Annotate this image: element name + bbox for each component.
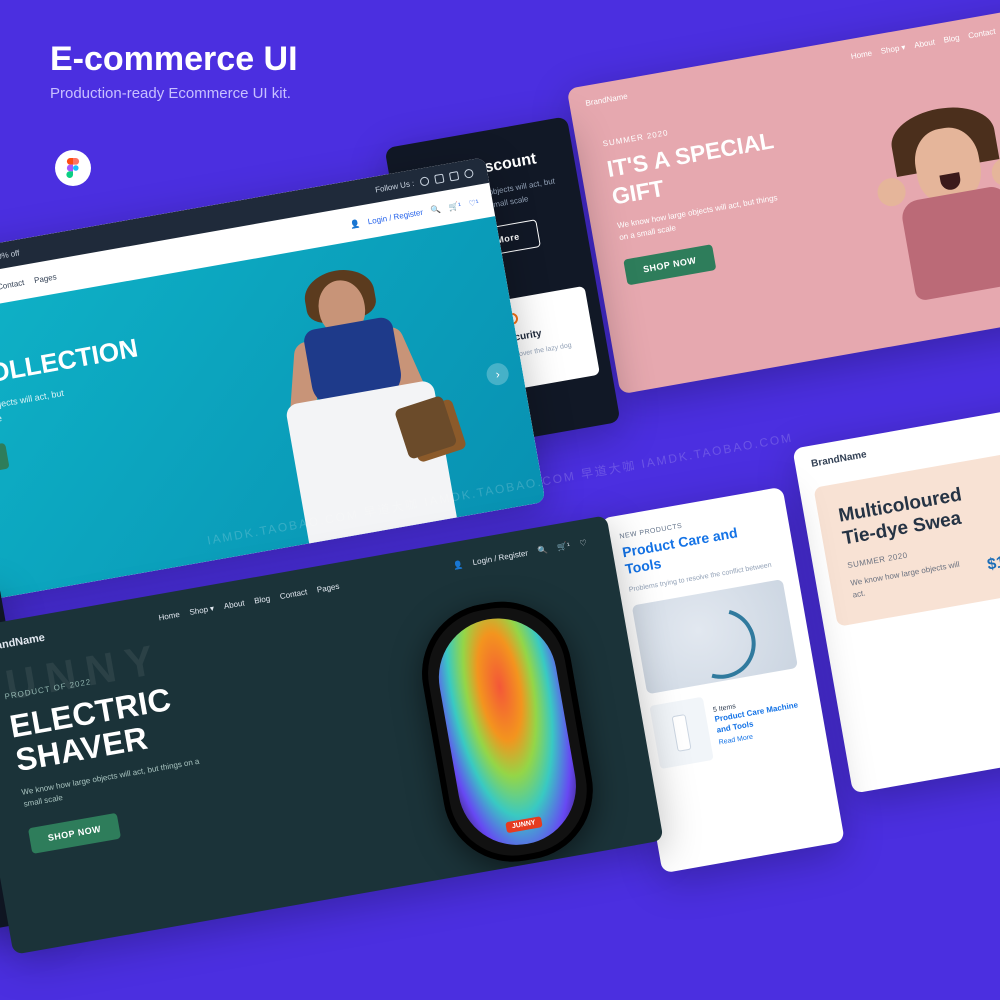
cart-icon[interactable]: 🛒¹ — [448, 201, 462, 212]
nav-shop[interactable]: Shop ▾ — [880, 42, 906, 55]
user-icon[interactable]: 👤 — [452, 559, 463, 570]
hero-sub: We know how large objects will act, but … — [0, 383, 91, 441]
cart-icon[interactable]: 🛒¹ — [557, 541, 571, 552]
nav-home[interactable]: Home — [850, 48, 873, 61]
shop-now-button[interactable]: SHOP NOW — [28, 813, 121, 854]
price: $19.00 — [986, 548, 1000, 574]
nav-blog[interactable]: Blog — [943, 33, 960, 45]
card-gift-hero: BrandName Home Shop ▾ About Blog Contact… — [567, 6, 1000, 395]
brand-label: BrandName — [585, 91, 629, 107]
product-image — [632, 579, 798, 694]
card-electric-shaver: BrandName Home Shop ▾ About Blog Contact… — [0, 515, 664, 955]
nav-shop[interactable]: Shop ▾ — [189, 603, 215, 616]
nav-pages[interactable]: Pages — [316, 581, 340, 594]
thumb-image — [649, 697, 713, 769]
search-icon[interactable]: 🔍 — [430, 204, 441, 215]
nav-contact[interactable]: Contact — [279, 587, 308, 601]
page-title: E-commerce UI — [50, 40, 298, 79]
search-icon[interactable]: 🔍 — [537, 545, 548, 556]
nav-about[interactable]: About — [223, 598, 245, 610]
wishlist-icon[interactable]: ♡¹ — [468, 197, 479, 208]
brand-label: BrandName — [810, 449, 867, 470]
brand-label: BrandName — [0, 632, 46, 655]
nav-about[interactable]: About — [913, 37, 935, 49]
figma-icon — [55, 150, 91, 186]
nav-home[interactable]: Home — [158, 609, 181, 622]
nav-contact[interactable]: Contact — [967, 26, 996, 40]
wishlist-icon[interactable]: ♡ — [579, 538, 588, 548]
nav-blog[interactable]: Blog — [253, 593, 270, 605]
nav-pages[interactable]: Pages — [33, 272, 57, 285]
hero-image — [223, 246, 487, 550]
youtube-icon[interactable] — [434, 173, 444, 183]
instagram-icon[interactable] — [419, 176, 429, 186]
carousel-next-icon[interactable]: › — [485, 361, 510, 386]
twitter-icon[interactable] — [464, 168, 474, 178]
facebook-icon[interactable] — [449, 170, 459, 180]
login-link[interactable]: Login / Register — [472, 548, 529, 567]
user-icon[interactable]: 👤 — [349, 218, 360, 229]
shop-now-button[interactable]: SHOP NOW — [0, 443, 9, 484]
follow-label: Follow Us : — [374, 178, 415, 194]
hero-image — [826, 84, 1000, 345]
page-subtitle: Production-ready Ecommerce UI kit. — [50, 85, 298, 102]
login-link[interactable]: Login / Register — [367, 207, 424, 226]
nav-contact[interactable]: Contact — [0, 278, 25, 292]
shop-now-button[interactable]: SHOP NOW — [623, 244, 716, 285]
